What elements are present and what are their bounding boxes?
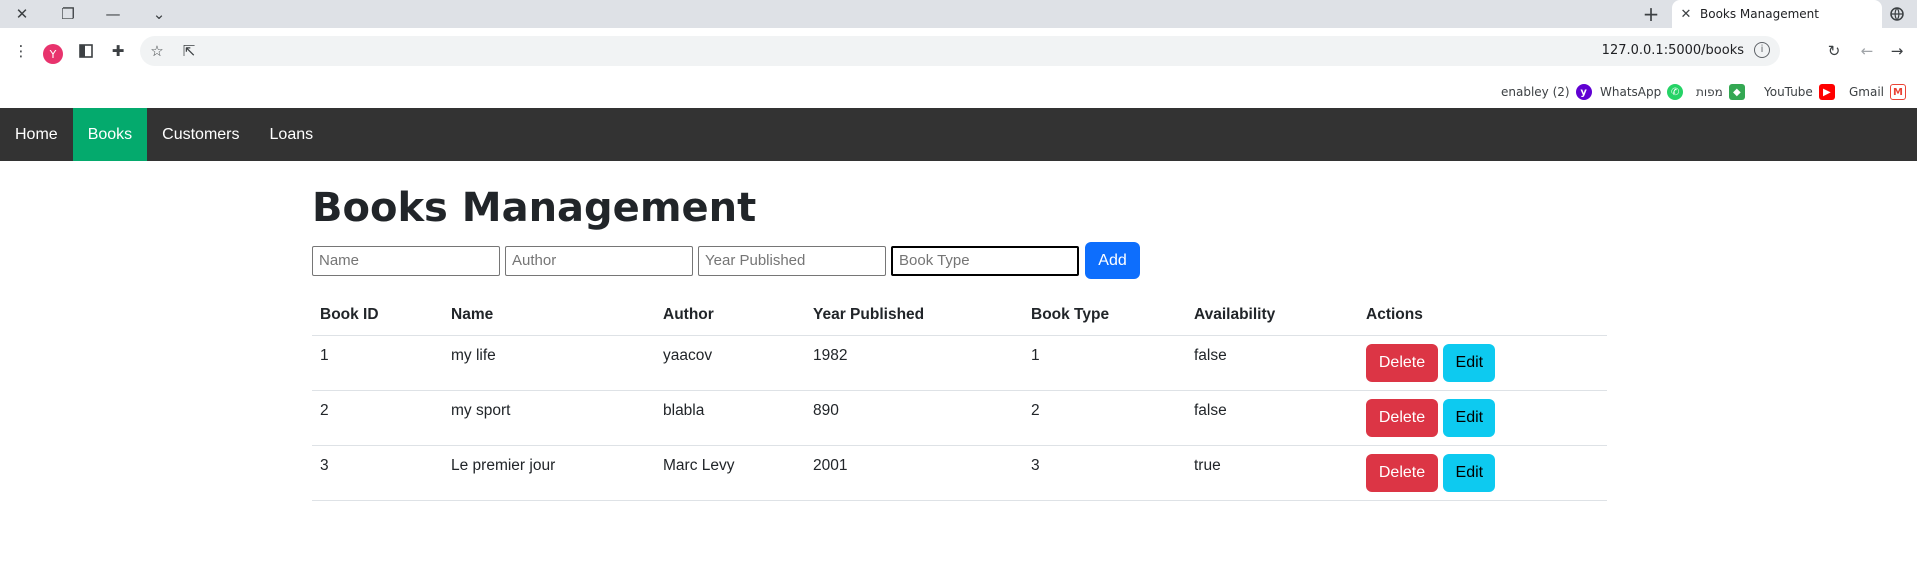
tab-title: Books Management — [1700, 7, 1819, 21]
cell-type: 2 — [1023, 390, 1186, 446]
nav-home[interactable]: Home — [0, 108, 73, 161]
bookmark-gmail[interactable]: Gmail M — [1849, 84, 1907, 100]
reload-icon[interactable]: ↻ — [1823, 40, 1845, 62]
bookmark-whatsapp[interactable]: WhatsApp ✆ — [1600, 84, 1684, 100]
tab-search-icon[interactable]: ⌄ — [139, 0, 179, 28]
books-table: Book ID Name Author Year Published Book … — [312, 295, 1607, 501]
edit-button[interactable]: Edit — [1443, 398, 1496, 437]
nav-books[interactable]: Books — [72, 108, 148, 161]
bookmark-label: YouTube — [1764, 85, 1813, 99]
extensions-icon[interactable]: ✚ — [107, 40, 129, 62]
url-text[interactable]: 127.0.0.1:5000/books — [1602, 43, 1744, 58]
delete-button[interactable]: Delete — [1366, 398, 1438, 437]
whatsapp-icon: ✆ — [1667, 84, 1684, 100]
delete-button[interactable]: Delete — [1366, 453, 1438, 492]
new-tab-icon[interactable]: + — [1636, 0, 1666, 28]
table-row: 2 my sport blabla 890 2 false Delete Edi… — [312, 390, 1607, 446]
cell-author: yaacov — [655, 335, 805, 391]
table-header-row: Book ID Name Author Year Published Book … — [312, 295, 1607, 336]
delete-button[interactable]: Delete — [1366, 343, 1438, 382]
cell-actions: Delete Edit — [1358, 390, 1607, 446]
close-tab-icon[interactable]: ✕ — [1672, 7, 1700, 22]
top-nav: Home Books Customers Loans — [0, 108, 1917, 161]
cell-name: my sport — [443, 390, 655, 446]
close-window-icon[interactable]: ✕ — [2, 0, 42, 28]
bookmark-label: מפות — [1696, 85, 1723, 99]
bookmark-maps[interactable]: מפות ◆ — [1696, 84, 1745, 100]
nav-customers[interactable]: Customers — [147, 108, 254, 161]
browser-tabstrip: ✕ ❐ — ⌄ + ✕ Books Management — [0, 0, 1917, 28]
cell-year: 890 — [805, 390, 1023, 446]
cell-name: Le premier jour — [443, 445, 655, 501]
header-author: Author — [655, 295, 805, 336]
cell-book-id: 3 — [312, 445, 443, 501]
cell-book-id: 1 — [312, 335, 443, 391]
cell-availability: false — [1186, 335, 1358, 391]
maps-icon: ◆ — [1728, 84, 1745, 100]
page-title: Books Management — [312, 185, 757, 231]
cell-book-id: 2 — [312, 390, 443, 446]
share-icon[interactable]: ⇱ — [178, 40, 200, 62]
table-row: 1 my life yaacov 1982 1 false Delete Edi… — [312, 335, 1607, 391]
nav-loans[interactable]: Loans — [255, 108, 329, 161]
cell-year: 2001 — [805, 445, 1023, 501]
header-actions: Actions — [1358, 295, 1607, 336]
edit-button[interactable]: Edit — [1443, 453, 1496, 492]
restore-window-icon[interactable]: ❐ — [48, 0, 88, 28]
bookmark-label: WhatsApp — [1600, 85, 1662, 99]
table-row: 3 Le premier jour Marc Levy 2001 3 true … — [312, 445, 1607, 501]
cell-author: Marc Levy — [655, 445, 805, 501]
cell-availability: true — [1186, 445, 1358, 501]
cell-actions: Delete Edit — [1358, 335, 1607, 391]
cell-availability: false — [1186, 390, 1358, 446]
site-info-icon[interactable]: i — [1754, 42, 1770, 58]
cell-actions: Delete Edit — [1358, 445, 1607, 501]
bookmark-star-icon[interactable]: ☆ — [146, 40, 168, 62]
youtube-icon: ▶ — [1818, 84, 1835, 100]
forward-icon[interactable]: → — [1886, 40, 1908, 62]
header-availability: Availability — [1186, 295, 1358, 336]
sidebar-icon[interactable] — [75, 40, 97, 62]
edit-button[interactable]: Edit — [1443, 343, 1496, 382]
bookmark-label: enabley (2) — [1501, 85, 1570, 99]
cell-type: 3 — [1023, 445, 1186, 501]
yahoo-icon: y — [1575, 84, 1592, 100]
browser-toolbar: ⋮ Y ✚ ☆ ⇱ 127.0.0.1:5000/books i ↻ ← → — [0, 28, 1917, 80]
minimize-window-icon[interactable]: — — [93, 0, 133, 28]
cell-year: 1982 — [805, 335, 1023, 391]
globe-icon[interactable] — [1882, 0, 1912, 28]
header-book-id: Book ID — [312, 295, 443, 336]
book-type-input[interactable] — [891, 245, 1079, 276]
add-button[interactable]: Add — [1085, 242, 1140, 279]
back-icon[interactable]: ← — [1856, 40, 1878, 62]
bookmarks-bar: enabley (2) y WhatsApp ✆ מפות ◆ YouTube … — [0, 80, 1917, 108]
address-bar[interactable]: ☆ ⇱ 127.0.0.1:5000/books i — [140, 36, 1780, 66]
name-input[interactable] — [312, 245, 500, 276]
bookmark-label: Gmail — [1849, 85, 1885, 99]
bookmark-youtube[interactable]: YouTube ▶ — [1764, 84, 1835, 100]
header-year-published: Year Published — [805, 295, 1023, 336]
browser-tab[interactable]: ✕ Books Management — [1672, 0, 1882, 28]
bookmark-enabley[interactable]: enabley (2) y — [1501, 84, 1592, 100]
gmail-icon: M — [1890, 84, 1907, 100]
year-published-input[interactable] — [698, 245, 886, 276]
cell-author: blabla — [655, 390, 805, 446]
cell-name: my life — [443, 335, 655, 391]
author-input[interactable] — [505, 245, 693, 276]
cell-type: 1 — [1023, 335, 1186, 391]
menu-dots-icon[interactable]: ⋮ — [10, 40, 32, 62]
header-name: Name — [443, 295, 655, 336]
add-book-form: Add — [312, 242, 1140, 279]
header-book-type: Book Type — [1023, 295, 1186, 336]
avatar[interactable]: Y — [43, 44, 63, 64]
